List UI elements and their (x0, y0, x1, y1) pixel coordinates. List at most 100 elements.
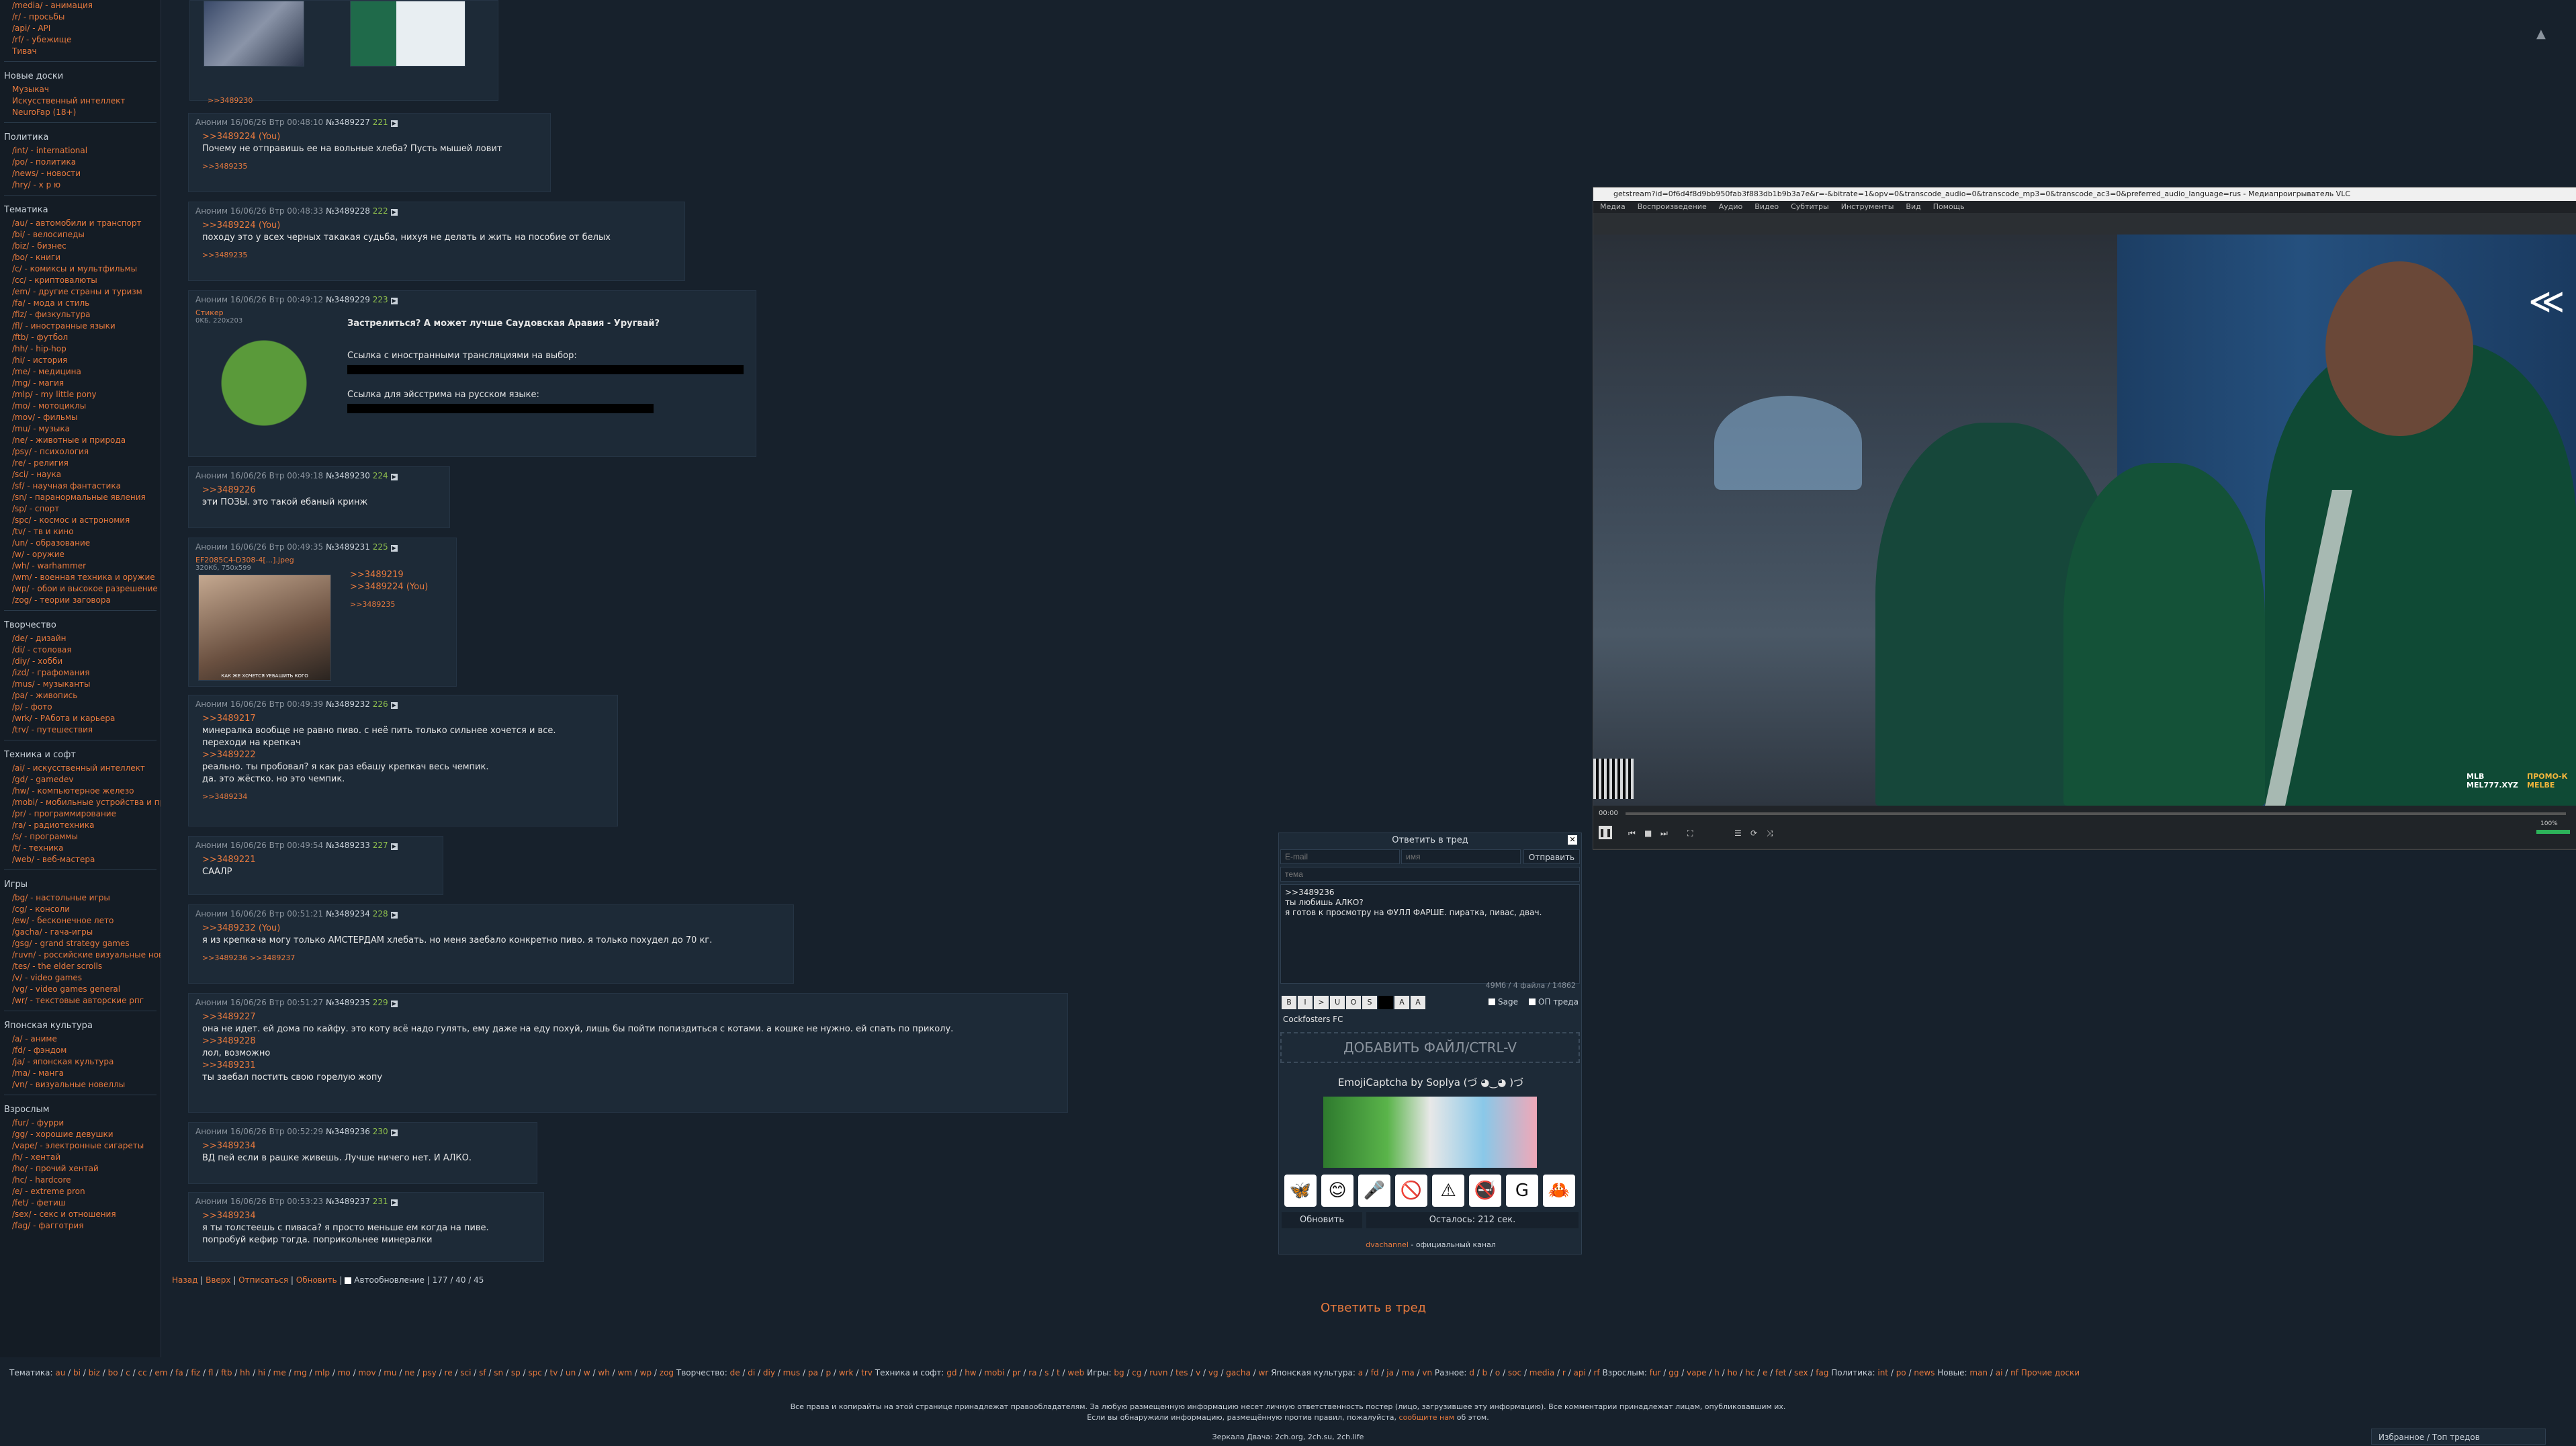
footer-board-link[interactable]: po (1896, 1368, 1906, 1377)
footer-board-link[interactable]: sex (1794, 1368, 1808, 1377)
sidebar-board-link[interactable]: /bi/ - велосипеды (4, 229, 157, 241)
footer-board-link[interactable]: ma (1402, 1368, 1415, 1377)
footer-board-link[interactable]: hc (1745, 1368, 1755, 1377)
sidebar-board-link[interactable]: /p/ - фото (4, 701, 157, 713)
footer-board-link[interactable]: ra (1028, 1368, 1036, 1377)
footer-board-link[interactable]: un (566, 1368, 576, 1377)
footer-board-link[interactable]: mg (294, 1368, 306, 1377)
post-menu-arrow-icon[interactable]: ▶ (390, 1001, 398, 1007)
sidebar-board-link[interactable]: /e/ - extreme pron (4, 1186, 157, 1197)
sidebar-board-link[interactable]: Музыкач (4, 84, 157, 95)
sidebar-board-link[interactable]: /ra/ - радиотехника (4, 820, 157, 831)
sidebar-board-link[interactable]: /mov/ - фильмы (4, 412, 157, 423)
footer-board-link[interactable]: wr (1259, 1368, 1269, 1377)
footer-board-link[interactable]: di (748, 1368, 755, 1377)
spoiler-button[interactable] (1378, 996, 1393, 1009)
footer-board-link[interactable]: fa (175, 1368, 183, 1377)
footer-board-link[interactable]: fag (1816, 1368, 1828, 1377)
footer-board-link[interactable]: t (1057, 1368, 1060, 1377)
sidebar-board-link[interactable]: /po/ - политика (4, 157, 157, 168)
sidebar-board-link[interactable]: /news/ - новости (4, 168, 157, 179)
channel-link[interactable]: dvachannel (1366, 1240, 1409, 1249)
flag-select[interactable]: Cockfosters FC (1280, 1015, 1583, 1027)
vlc-prev-button[interactable]: ⏮ (1628, 828, 1636, 839)
sidebar-category-title[interactable]: Техника и софт (4, 750, 157, 760)
sidebar-board-link[interactable]: /fiz/ - физкультура (4, 309, 157, 321)
post-menu-arrow-icon[interactable]: ▶ (390, 1130, 398, 1136)
sidebar-board-link[interactable]: /ho/ - прочий хентай (4, 1163, 157, 1175)
sidebar-board-link[interactable]: /ftb/ - футбол (4, 332, 157, 343)
sidebar-board-link[interactable]: /web/ - веб-мастера (4, 854, 157, 865)
reply-quote-link[interactable]: >>3489224 (You) (350, 581, 428, 593)
sidebar-board-link[interactable]: /sex/ - секс и отношения (4, 1209, 157, 1220)
footer-board-link[interactable]: hi (258, 1368, 265, 1377)
sidebar-board-link[interactable]: /pa/ - живопись (4, 690, 157, 701)
footer-board-link[interactable]: ftb (221, 1368, 232, 1377)
reply-quote-link[interactable]: >>3489221 (202, 854, 436, 866)
footer-board-link[interactable]: bo (108, 1368, 118, 1377)
footer-board-link[interactable]: de (730, 1368, 740, 1377)
footer-board-link[interactable]: bg (1114, 1368, 1124, 1377)
sidebar-board-link[interactable]: /em/ - другие страны и туризм (4, 286, 157, 298)
post-image-thumbnail[interactable] (204, 1, 304, 67)
superscript-button[interactable]: A (1394, 996, 1409, 1009)
footer-board-link[interactable]: man (1969, 1368, 1988, 1377)
sidebar-board-link[interactable]: /sf/ - научная фантастика (4, 480, 157, 492)
sidebar-board-link[interactable]: /mlp/ - my little pony (4, 389, 157, 400)
scroll-up-icon[interactable]: ▲ (2536, 27, 2546, 41)
footer-board-link[interactable]: mo (338, 1368, 351, 1377)
footer-board-link[interactable]: fl (208, 1368, 214, 1377)
sidebar-board-link[interactable]: /w/ - оружие (4, 549, 157, 560)
vlc-menu-item[interactable]: Видео (1755, 202, 1779, 211)
footer-board-link[interactable]: s (1045, 1368, 1049, 1377)
vlc-menu-item[interactable]: Субтитры (1791, 202, 1829, 211)
post-image-thumbnail[interactable]: КАК ЖЕ ХОЧЕТСЯ УЕБАШИТЬ КОГО (198, 575, 331, 681)
footer-board-link[interactable]: diy (763, 1368, 775, 1377)
reply-quote-link[interactable]: >>3489234 (202, 1140, 530, 1152)
captcha-emoji-button[interactable]: ⚠ (1432, 1175, 1464, 1207)
post-replies[interactable]: >>3489230 (208, 96, 253, 105)
reply-quote-link[interactable]: >>3489232 (You) (202, 923, 787, 935)
post-menu-arrow-icon[interactable]: ▶ (390, 545, 398, 552)
footer-board-link[interactable]: mlp (314, 1368, 330, 1377)
sidebar-board-link[interactable]: /sn/ - паранормальные явления (4, 492, 157, 503)
vlc-playlist-button[interactable]: ☰ (1734, 828, 1742, 838)
captcha-emoji-button[interactable]: 🦋 (1284, 1175, 1317, 1207)
sidebar-board-link[interactable]: /mobi/ - мобильные устройства и приложен… (4, 797, 161, 808)
email-field[interactable] (1280, 849, 1400, 864)
post-number[interactable]: №3489230 (326, 471, 370, 480)
sidebar-board-link[interactable]: /di/ - столовая (4, 644, 157, 656)
footer-board-link[interactable]: h (1714, 1368, 1720, 1377)
sidebar-board-link[interactable]: /api/ - API (4, 23, 157, 34)
strike-button[interactable]: S (1362, 996, 1377, 1009)
sidebar-board-link[interactable]: /gsg/ - grand strategy games (4, 938, 157, 949)
captcha-emoji-button[interactable]: 😊 (1321, 1175, 1353, 1207)
sidebar-board-link[interactable]: /hh/ - hip-hop (4, 343, 157, 355)
other-boards-link[interactable]: Прочие доски (2021, 1368, 2080, 1377)
vlc-seek-bar[interactable] (1626, 812, 2566, 815)
reply-quote-link[interactable]: >>3489219 (350, 569, 428, 581)
reply-quote-link[interactable]: >>3489226 (202, 484, 443, 497)
sidebar-board-link[interactable]: /tes/ - the elder scrolls (4, 961, 157, 972)
autorefresh-checkbox[interactable] (345, 1277, 352, 1284)
footer-board-link[interactable]: wm (617, 1368, 632, 1377)
vlc-menu-item[interactable]: Вид (1906, 202, 1920, 211)
vlc-menu-item[interactable]: Инструменты (1841, 202, 1894, 211)
footer-board-link[interactable]: trv (861, 1368, 873, 1377)
captcha-refresh-button[interactable]: Обновить (1282, 1212, 1362, 1228)
underline-button[interactable]: U (1330, 996, 1345, 1009)
vlc-titlebar[interactable]: getstream?id=0f6d4f8d9bb950fab3f883db1b9… (1593, 187, 2576, 201)
footer-board-link[interactable]: sf (479, 1368, 486, 1377)
sidebar-board-link[interactable]: /wp/ - обои и высокое разрешение (4, 583, 158, 595)
close-icon[interactable]: ✕ (1568, 835, 1577, 845)
back-link[interactable]: Назад (172, 1275, 197, 1285)
vlc-stop-button[interactable]: ■ (1644, 828, 1652, 838)
reply-quote-link[interactable]: >>3489217 (202, 713, 611, 725)
captcha-emoji-button[interactable]: 🚭 (1469, 1175, 1501, 1207)
sidebar-board-link[interactable]: /au/ - автомобили и транспорт (4, 218, 157, 229)
sidebar-board-link[interactable]: /wm/ - военная техника и оружие (4, 572, 157, 583)
sidebar-board-link[interactable]: /a/ - аниме (4, 1033, 157, 1045)
sidebar-board-link[interactable]: /trv/ - путешествия (4, 724, 157, 736)
reply-quote-link[interactable]: >>3489224 (You) (202, 220, 678, 232)
sidebar-board-link[interactable]: /fd/ - фэндом (4, 1045, 157, 1056)
